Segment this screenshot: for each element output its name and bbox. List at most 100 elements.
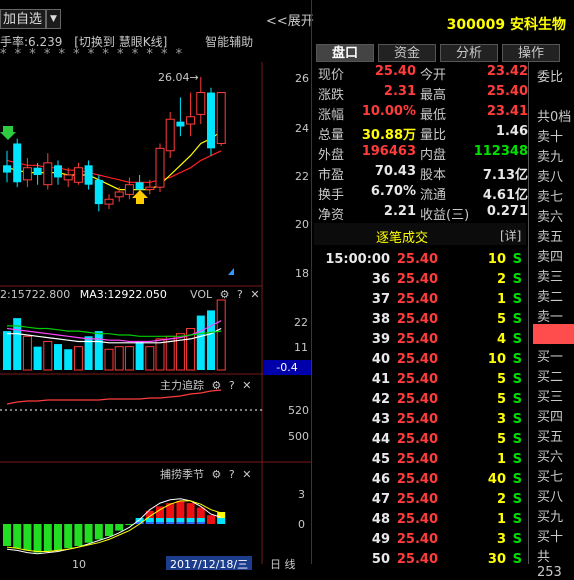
quote-value: 23.41 — [486, 104, 528, 119]
tick-time: 15:00:00 — [325, 252, 390, 267]
volume-bar — [73, 346, 83, 371]
volume-bar — [145, 346, 155, 371]
kline-chart[interactable] — [0, 0, 312, 564]
tick-row: 42 25.40 5 S — [314, 392, 528, 410]
sell-signal-icon — [0, 126, 16, 140]
tick-quantity: 5 — [496, 312, 506, 327]
candle-body — [43, 162, 53, 186]
buy-level-label: 买一 — [537, 350, 564, 365]
tab-operation[interactable]: 操作 — [502, 44, 560, 62]
ticks-detail-button[interactable]: [详] — [500, 227, 521, 244]
sell-level-label: 卖四 — [537, 250, 564, 265]
quote-label: 股本 — [420, 168, 447, 183]
volume-ma3-text: MA3:12922.050 — [79, 288, 167, 301]
gear-icon[interactable]: ⚙ — [212, 379, 222, 392]
tab-handicap[interactable]: 盘口 — [316, 44, 374, 62]
volume-bar — [33, 346, 42, 370]
volume-value-box: -0.4 — [263, 360, 311, 375]
tick-price: 25.40 — [396, 272, 438, 287]
close-icon[interactable]: ✕ — [250, 288, 259, 301]
quote-value: 112348 — [473, 144, 528, 159]
candle-body — [186, 116, 196, 125]
tab-funds[interactable]: 资金 — [378, 44, 436, 62]
tick-side: S — [512, 492, 522, 507]
tick-price: 25.40 — [396, 372, 438, 387]
tick-quantity: 5 — [496, 372, 506, 387]
season-marker — [156, 518, 164, 522]
close-icon[interactable]: ✕ — [242, 379, 251, 392]
season-bar — [105, 524, 113, 537]
smart-assist-button[interactable]: 智能辅助 — [205, 35, 253, 49]
tick-quantity: 10 — [487, 352, 506, 367]
tick-side: S — [512, 392, 522, 407]
tab-analysis[interactable]: 分析 — [440, 44, 498, 62]
tick-side: S — [512, 432, 522, 447]
order-count-label: 共0档 — [537, 110, 572, 125]
kline-y-tick: 24 — [295, 122, 309, 135]
tick-time: 38 — [371, 312, 390, 327]
season-bar — [54, 524, 62, 551]
tick-time: 40 — [371, 352, 390, 367]
tick-row: 39 25.40 4 S — [314, 332, 528, 350]
gear-icon[interactable]: ⚙ — [212, 468, 222, 481]
sell-level-label: 卖一 — [537, 310, 564, 325]
buy-level-label: 买五 — [537, 430, 564, 445]
quote-label: 换手 — [318, 188, 345, 203]
ticks-title: 逐笔成交 — [376, 231, 429, 246]
main-force-title: 主力追踪 — [160, 379, 204, 392]
ma-line-yellow — [6, 130, 222, 191]
tick-price: 25.40 — [396, 452, 438, 467]
tick-time: 36 — [371, 272, 390, 287]
tick-quantity: 1 — [496, 452, 506, 467]
tick-time: 37 — [371, 292, 390, 307]
season-marker — [145, 522, 154, 524]
season-marker — [176, 522, 185, 524]
volume-bar — [216, 299, 226, 371]
watchlist-dropdown-button[interactable]: ▼ — [46, 9, 61, 29]
volume-y-tick: 11 — [294, 341, 308, 354]
tick-quantity: 1 — [496, 512, 506, 527]
quote-label: 市盈 — [318, 168, 345, 183]
season-y-tick: 3 — [298, 488, 305, 501]
gear-icon[interactable]: ⚙ — [220, 288, 230, 301]
volume-bar — [94, 331, 103, 370]
season-marker — [196, 522, 205, 524]
sell-level-label: 卖二 — [537, 290, 564, 305]
tick-price: 25.40 — [396, 472, 438, 487]
season-marker — [186, 522, 195, 524]
volume-bar — [155, 338, 165, 371]
volume-bar — [175, 333, 185, 371]
volume-bar — [207, 310, 215, 370]
time-axis-label: 10 — [72, 558, 86, 571]
period-label[interactable]: 日 线 — [270, 556, 296, 572]
help-icon[interactable]: ? — [229, 468, 235, 481]
ma-line-red — [6, 150, 222, 183]
quote-value: 0.271 — [486, 204, 528, 219]
add-watchlist-button[interactable]: 加自选 — [0, 9, 46, 29]
tick-side: S — [512, 292, 522, 307]
high-price-value: 26.04 — [158, 71, 190, 84]
close-icon[interactable]: ✕ — [242, 468, 251, 481]
candle-body — [33, 167, 42, 175]
candle-body — [176, 121, 185, 127]
volume-bar — [22, 335, 32, 371]
tick-quantity: 30 — [487, 552, 506, 567]
signal-stars: * * * * * * * * * * * * * — [0, 47, 185, 62]
volume-bar — [135, 341, 144, 370]
help-icon[interactable]: ? — [229, 379, 235, 392]
tick-row: 38 25.40 5 S — [314, 312, 528, 330]
quote-label: 最低 — [420, 108, 447, 123]
arrow-right-icon: → — [189, 71, 199, 84]
quote-label: 总量 — [318, 128, 345, 143]
kline-y-tick: 18 — [295, 267, 309, 280]
tick-price: 25.40 — [396, 512, 438, 527]
candle-body — [54, 165, 62, 178]
help-icon[interactable]: ? — [237, 288, 243, 301]
chart-area[interactable] — [0, 0, 312, 564]
quote-value: 25.40 — [374, 64, 416, 79]
ticks-list[interactable]: 15:00:00 25.40 10 S 36 25.40 2 S 37 25.40 1 S 38 25.4… — [314, 246, 528, 567]
tick-side: S — [512, 552, 522, 567]
quote-label: 涨幅 — [318, 108, 345, 123]
expand-button[interactable]: <<展开 — [266, 10, 314, 29]
sell-level-label: 卖六 — [537, 210, 564, 225]
